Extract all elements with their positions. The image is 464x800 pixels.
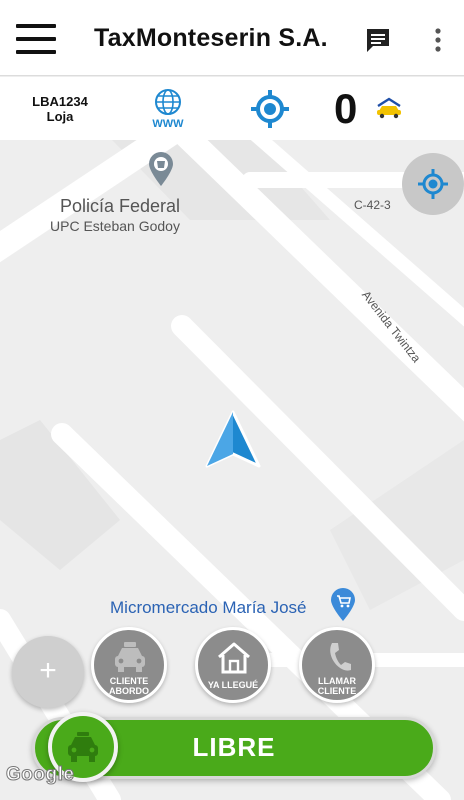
top-app-bar: TaxMonteserin S.A.	[0, 0, 464, 76]
house-icon	[218, 642, 250, 674]
add-button[interactable]: +	[12, 636, 84, 708]
poi-store-name[interactable]: Micromercado María José	[110, 598, 307, 618]
globe-icon: WWW	[152, 89, 184, 130]
plus-icon: +	[39, 654, 57, 687]
www-globe-button[interactable]: WWW	[146, 87, 190, 131]
llamar-cliente-label-line1: LLAMAR	[318, 676, 356, 686]
request-counter: 0	[334, 85, 358, 132]
ya-llegue-button[interactable]: YA LLEGUÉ	[195, 627, 271, 703]
cliente-abordo-label-line2: ABORDO	[109, 686, 149, 696]
cliente-abordo-button[interactable]: CLIENTE ABORDO	[91, 627, 167, 703]
ya-llegue-label: YA LLEGUÉ	[207, 680, 259, 690]
crosshair-icon	[418, 169, 448, 199]
llamar-cliente-label-line2: CLIENTE	[317, 686, 357, 696]
unit-info: LBA1234 Loja	[28, 94, 92, 124]
phone-icon	[330, 643, 351, 671]
street-label-c42: C-42-3	[354, 198, 391, 212]
app-title: TaxMonteserin S.A.	[94, 24, 328, 52]
status-row: LBA1234 Loja WWW 0	[0, 77, 464, 140]
unit-city: Loja	[46, 109, 74, 124]
police-pin-icon[interactable]	[147, 151, 175, 187]
navigation-arrow-icon	[204, 410, 262, 470]
taxi-car-icon	[374, 97, 404, 119]
unit-code: LBA1234	[32, 94, 88, 109]
recenter-location-button[interactable]	[402, 153, 464, 215]
google-attribution: Google	[5, 764, 75, 786]
cliente-abordo-label-line1: CLIENTE	[109, 676, 149, 686]
poi-police-name[interactable]: Policía Federal	[60, 196, 180, 217]
poi-police-subtitle: UPC Esteban Godoy	[50, 218, 180, 234]
svg-text:WWW: WWW	[152, 118, 184, 130]
taxi-icon	[115, 642, 145, 672]
chat-icon[interactable]	[364, 26, 392, 54]
taxi-front-icon	[68, 732, 98, 762]
gps-target-icon[interactable]	[250, 89, 290, 129]
shopping-cart-pin-icon[interactable]	[330, 588, 356, 622]
more-vert-icon[interactable]	[426, 26, 450, 54]
taxi-driver-app: TaxMonteserin S.A. LBA1234 Loja WWW 0 Po…	[0, 0, 464, 800]
hamburger-menu-icon[interactable]	[16, 24, 56, 54]
llamar-cliente-button[interactable]: LLAMAR CLIENTE	[299, 627, 375, 703]
